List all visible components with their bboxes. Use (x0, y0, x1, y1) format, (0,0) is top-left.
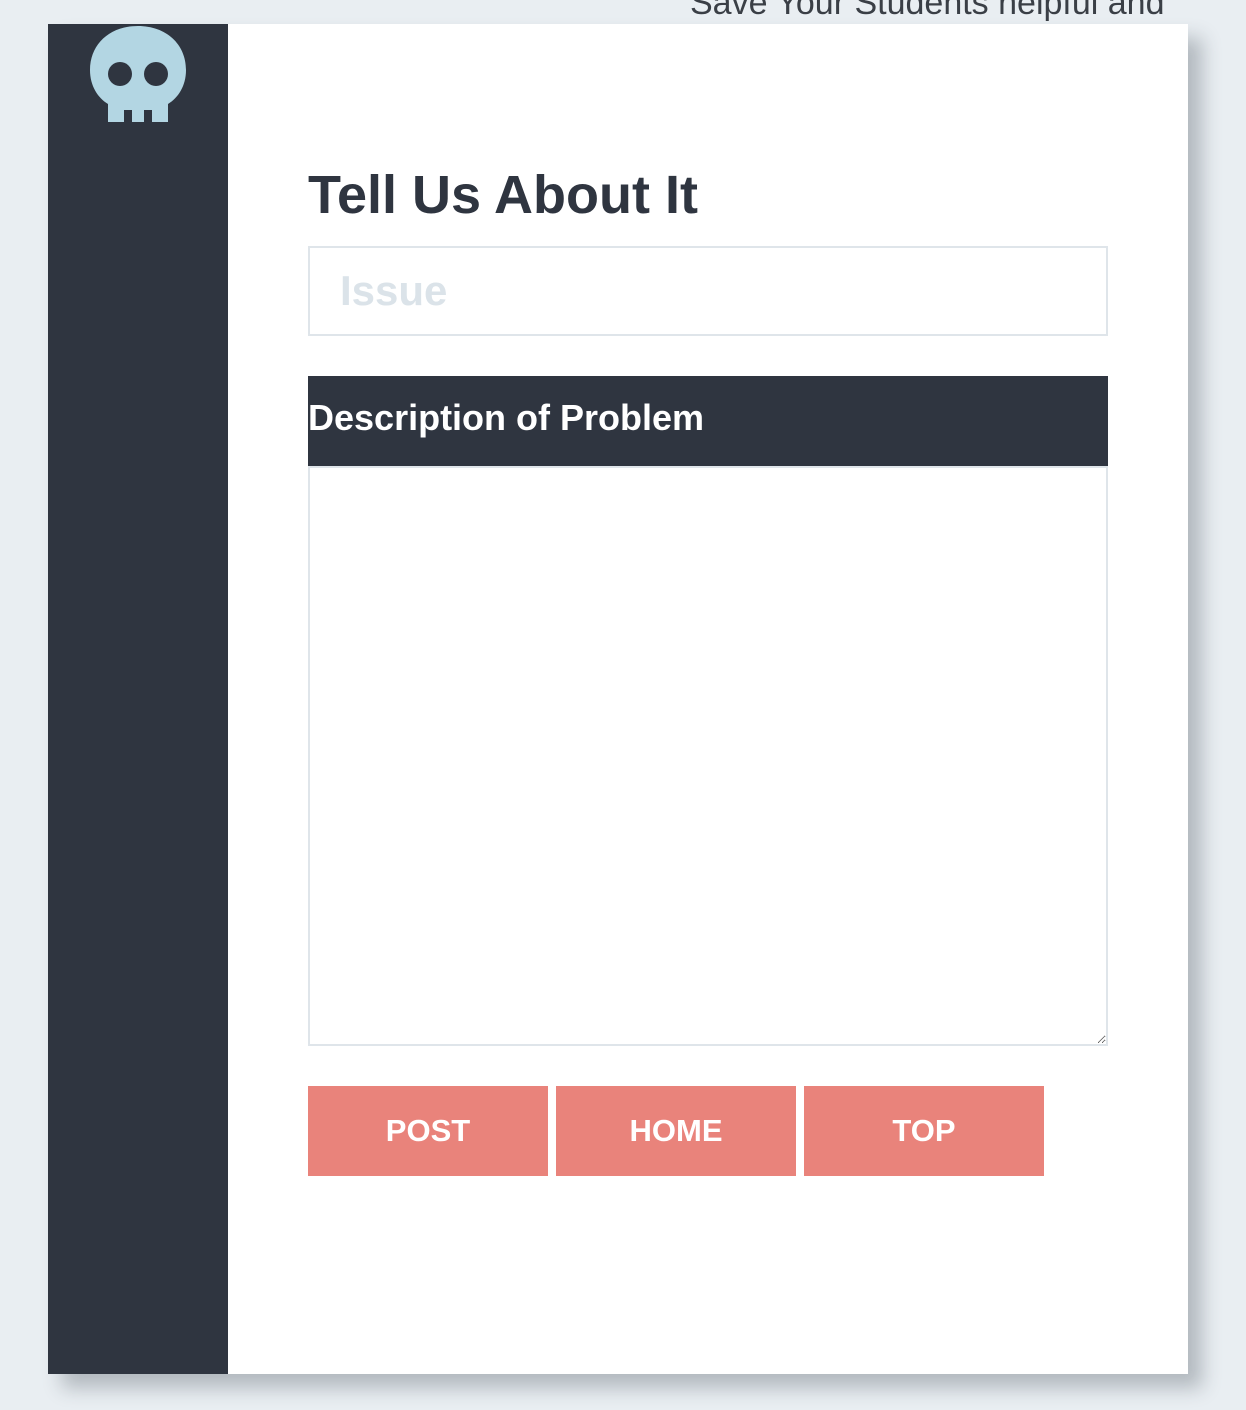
main-form: Tell Us About It Description of Problem … (308, 24, 1108, 1374)
post-button[interactable]: POST (308, 1086, 548, 1176)
description-label: Description of Problem (308, 376, 1108, 466)
home-button[interactable]: HOME (556, 1086, 796, 1176)
skull-icon[interactable] (88, 24, 188, 124)
description-textarea[interactable] (308, 466, 1108, 1046)
form-card: Tell Us About It Description of Problem … (48, 24, 1188, 1374)
button-row: POST HOME TOP (308, 1086, 1108, 1176)
issue-input[interactable] (308, 246, 1108, 336)
top-button[interactable]: TOP (804, 1086, 1044, 1176)
page-title: Tell Us About It (308, 165, 698, 225)
header-tagline: Save Your Students helpful and (690, 0, 1165, 22)
sidebar (48, 24, 228, 1374)
